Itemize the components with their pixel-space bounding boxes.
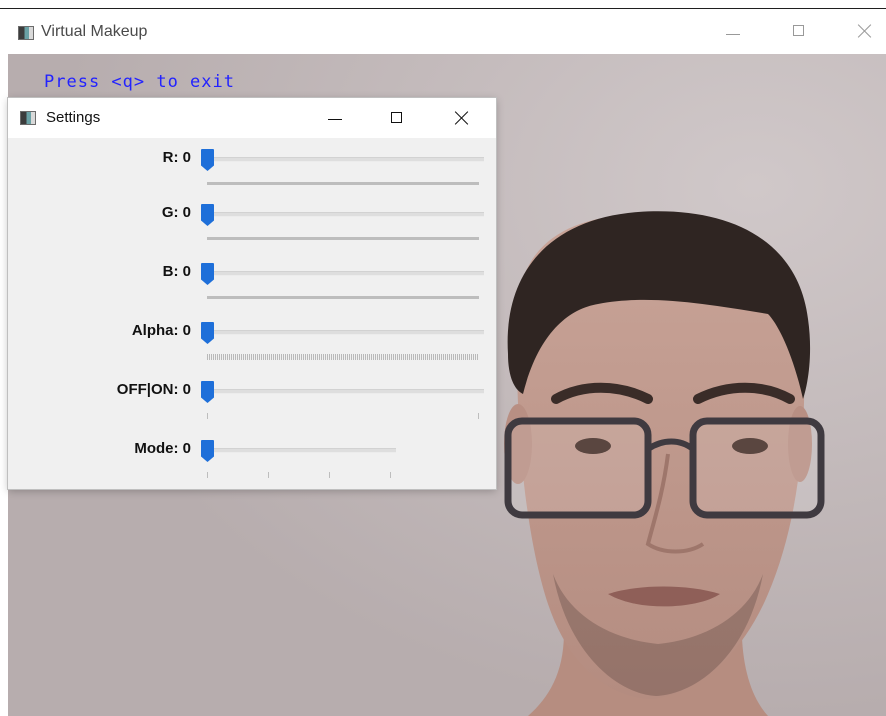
slider-groove[interactable] bbox=[206, 389, 484, 394]
trackbar-mode: Mode: 0 bbox=[8, 434, 496, 492]
app-window-icon bbox=[20, 111, 36, 125]
trackbar-label: G: 0 bbox=[161, 204, 191, 221]
trackbar-r: R: 0 bbox=[8, 143, 496, 201]
slider-thumb[interactable] bbox=[201, 440, 214, 462]
trackbar-alpha: Alpha: 0 bbox=[8, 316, 496, 374]
slider-ticks bbox=[207, 237, 479, 240]
slider-ticks bbox=[207, 354, 479, 360]
exit-hint-text: Press <q> to exit bbox=[44, 72, 235, 92]
minimize-button[interactable] bbox=[710, 9, 756, 53]
main-window-title: Virtual Makeup bbox=[41, 23, 148, 40]
slider-groove[interactable] bbox=[206, 212, 484, 217]
slider-groove[interactable] bbox=[206, 271, 484, 276]
slider-ticks bbox=[207, 182, 479, 185]
slider-groove[interactable] bbox=[206, 330, 484, 335]
tick-mark bbox=[329, 472, 330, 478]
tick-mark bbox=[268, 472, 269, 478]
slider-groove[interactable] bbox=[206, 157, 484, 162]
trackbar-label: Mode: 0 bbox=[134, 440, 191, 457]
close-button[interactable] bbox=[842, 9, 886, 53]
settings-titlebar[interactable]: Settings bbox=[8, 98, 496, 138]
settings-window: Settings R: 0 G: 0 B: 0 Alpha: 0 OFF|ON:… bbox=[8, 98, 496, 489]
settings-close-button[interactable] bbox=[439, 98, 485, 138]
slider-thumb[interactable] bbox=[201, 149, 214, 171]
settings-maximize-button[interactable] bbox=[374, 98, 420, 138]
slider-ticks bbox=[207, 472, 391, 478]
app-window-icon bbox=[18, 26, 34, 40]
settings-minimize-button[interactable] bbox=[313, 98, 359, 138]
maximize-button[interactable] bbox=[776, 9, 822, 53]
trackbar-label: OFF|ON: 0 bbox=[116, 381, 191, 398]
settings-window-title: Settings bbox=[46, 109, 101, 126]
tick-mark bbox=[207, 413, 208, 419]
slider-thumb[interactable] bbox=[201, 263, 214, 285]
trackbar-off-on: OFF|ON: 0 bbox=[8, 375, 496, 433]
slider-thumb[interactable] bbox=[201, 381, 214, 403]
trackbar-b: B: 0 bbox=[8, 257, 496, 315]
tick-mark bbox=[207, 472, 208, 478]
slider-groove[interactable] bbox=[206, 448, 396, 453]
slider-ticks bbox=[207, 413, 479, 419]
tick-mark bbox=[478, 413, 479, 419]
tick-mark bbox=[390, 472, 391, 478]
trackbar-label: R: 0 bbox=[162, 149, 191, 166]
trackbar-label: B: 0 bbox=[162, 263, 191, 280]
trackbar-g: G: 0 bbox=[8, 198, 496, 256]
slider-ticks bbox=[207, 296, 479, 299]
slider-thumb[interactable] bbox=[201, 204, 214, 226]
slider-thumb[interactable] bbox=[201, 322, 214, 344]
trackbar-label: Alpha: 0 bbox=[131, 322, 191, 339]
main-titlebar[interactable]: Virtual Makeup bbox=[0, 9, 886, 53]
